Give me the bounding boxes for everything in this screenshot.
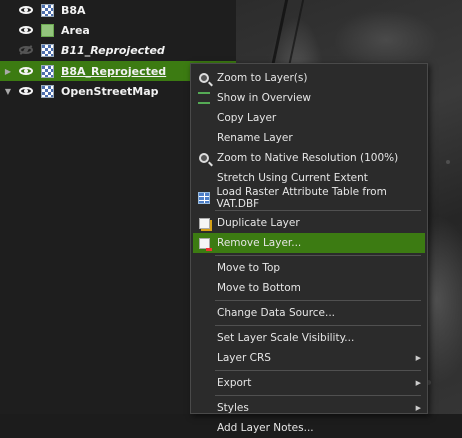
raster-layer-icon [41,3,54,17]
menu-item-duplicate-layer[interactable]: Duplicate Layer [193,213,425,233]
menu-item-label: Export [217,377,252,389]
menu-item-move-to-top[interactable]: Move to Top [193,258,425,278]
menu-item-label: Remove Layer... [217,237,302,249]
submenu-arrow-icon: ▶ [415,379,421,387]
layer-name: B8A [61,3,86,17]
menu-item-zoom-to-native-resolution-100[interactable]: Zoom to Native Resolution (100%) [193,148,425,168]
map-texture-speck [446,160,450,164]
overview-icon [197,91,211,105]
duplicate-layer-icon [197,216,211,230]
menu-item-label: Duplicate Layer [217,217,300,229]
raster-layer-icon [41,64,54,78]
expand-arrow-icon[interactable]: ▶ [0,67,16,76]
polygon-layer-icon [41,23,54,37]
menu-separator [215,210,421,211]
raster-layer-icon [41,43,54,57]
menu-item-set-layer-scale-visibility[interactable]: Set Layer Scale Visibility... [193,328,425,348]
menu-item-stretch-using-current-extent[interactable]: Stretch Using Current Extent [193,168,425,188]
submenu-arrow-icon: ▶ [415,354,421,362]
menu-item-label: Move to Bottom [217,282,301,294]
layer-name: B8A_Reprojected [61,64,167,78]
menu-item-label: Zoom to Native Resolution (100%) [217,152,399,164]
menu-item-zoom-to-layer-s[interactable]: Zoom to Layer(s) [193,68,425,88]
menu-separator [215,395,421,396]
menu-item-label: Layer CRS [217,352,271,364]
menu-item-label: Stretch Using Current Extent [217,172,368,184]
layer-row[interactable]: Area [0,20,236,40]
menu-item-load-raster-attribute-table-from-vat-dbf[interactable]: Load Raster Attribute Table from VAT.DBF [193,186,425,210]
layer-row[interactable]: B8A [0,0,236,20]
visibility-eye-icon[interactable] [16,43,36,57]
menu-item-change-data-source[interactable]: Change Data Source... [193,303,425,323]
remove-layer-icon [197,236,212,251]
menu-item-add-layer-notes[interactable]: Add Layer Notes... [193,418,425,438]
layer-context-menu: Zoom to Layer(s) Show in Overview Copy Lay… [190,63,428,434]
raster-layer-icon [41,84,54,98]
collapse-arrow-icon[interactable]: ▼ [0,87,16,96]
menu-separator [215,325,421,326]
visibility-eye-icon[interactable] [16,3,36,17]
menu-item-label: Set Layer Scale Visibility... [217,332,355,344]
menu-item-label: Copy Layer [217,112,277,124]
menu-item-label: Move to Top [217,262,281,274]
menu-item-label: Load Raster Attribute Table from VAT.DBF [216,186,387,210]
table-icon [197,191,210,205]
menu-separator [215,300,421,301]
layer-name: OpenStreetMap [61,84,159,98]
zoom-native-icon [197,151,211,165]
visibility-eye-icon[interactable] [16,23,36,37]
menu-item-copy-layer[interactable]: Copy Layer [193,108,425,128]
menu-item-label: Change Data Source... [217,307,336,319]
submenu-arrow-icon: ▶ [415,404,421,412]
layer-name: B11_Reprojected [61,43,165,57]
menu-item-remove-layer[interactable]: Remove Layer... [193,233,425,253]
menu-item-label: Styles [217,402,249,414]
visibility-eye-icon[interactable] [16,64,36,78]
menu-item-label: Show in Overview [217,92,312,104]
layer-row[interactable]: B11_Reprojected [0,40,236,60]
menu-item-layer-crs[interactable]: Layer CRS ▶ [193,348,425,368]
menu-item-label: Add Layer Notes... [217,422,314,434]
menu-item-label: Rename Layer [217,132,293,144]
menu-item-move-to-bottom[interactable]: Move to Bottom [193,278,425,298]
layer-name: Area [61,23,90,37]
menu-item-styles[interactable]: Styles ▶ [193,398,425,418]
menu-item-rename-layer[interactable]: Rename Layer [193,128,425,148]
visibility-eye-icon[interactable] [16,84,36,98]
menu-item-label: Zoom to Layer(s) [217,72,308,84]
menu-item-export[interactable]: Export ▶ [193,373,425,393]
menu-separator [215,370,421,371]
menu-item-show-in-overview[interactable]: Show in Overview [193,88,425,108]
menu-separator [215,255,421,256]
zoom-to-layer-icon [197,71,211,85]
